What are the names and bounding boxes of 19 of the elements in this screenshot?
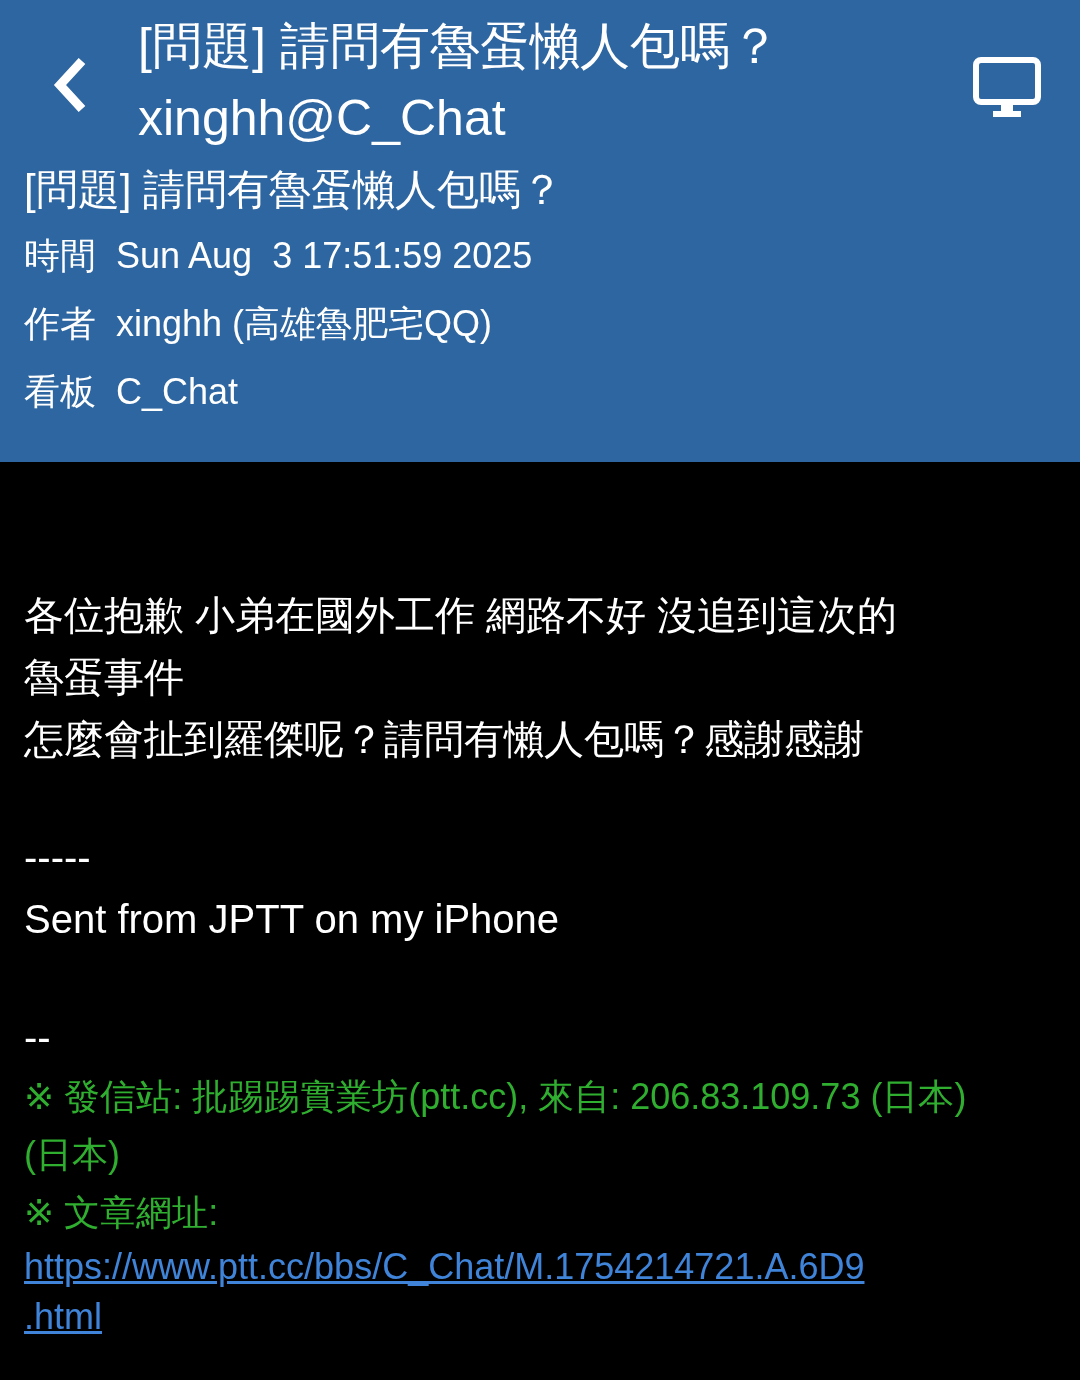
- body-text: --: [24, 1014, 52, 1061]
- monitor-icon: [973, 56, 1041, 119]
- body-text: 怎麼會扯到羅傑呢？請問有懶人包嗎？感謝感謝: [24, 716, 865, 763]
- chevron-left-icon: [52, 57, 88, 113]
- header-subtitle: xinghh@C_Chat: [138, 89, 507, 148]
- body-text: 各位抱歉 小弟在國外工作 網路不好 沒追到這次的: [24, 592, 899, 639]
- signature-line: ※ 發信站: 批踢踢實業坊(ptt.cc), 來自: 206.83.109.73 (日本): [24, 1075, 968, 1119]
- meta-line: 看板 C_Chat: [24, 370, 240, 414]
- body-text: -----: [24, 834, 92, 881]
- meta-line: 作者 xinghh (高雄魯肥宅QQ): [24, 302, 494, 346]
- signature-line: ※ 文章網址:: [24, 1191, 220, 1235]
- article-link[interactable]: https://www.ptt.cc/bbs/C_Chat/M.1754214721.A.6D9: [24, 1242, 1056, 1292]
- article-title: [問題] 請問有魯蛋懶人包嗎？: [24, 165, 564, 215]
- body-text: Sent from JPTT on my iPhone: [24, 896, 561, 943]
- signature-line: (日本): [24, 1133, 121, 1177]
- body-text: 魯蛋事件: [24, 654, 185, 701]
- meta-line: 時間 Sun Aug 3 17:51:59 2025: [24, 234, 534, 278]
- article-link[interactable]: .html: [24, 1292, 1056, 1342]
- header-title: [問題] 請問有魯蛋懶人包嗎？: [138, 17, 781, 76]
